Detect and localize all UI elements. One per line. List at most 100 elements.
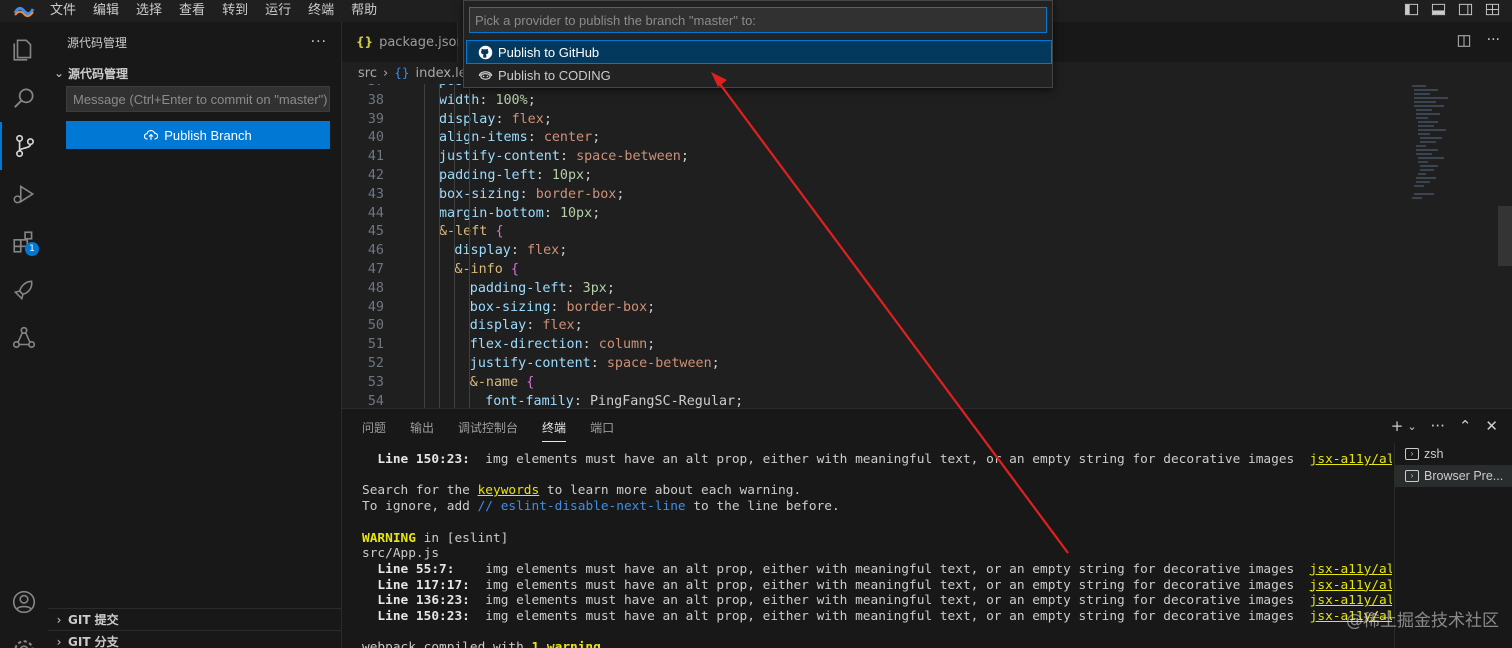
menu-help[interactable]: 帮助 bbox=[351, 2, 377, 20]
terminal-text: img elements must have an alt prop, eith… bbox=[469, 593, 1310, 609]
publish-to-github-option[interactable]: Publish to GitHub bbox=[466, 40, 1052, 64]
layout-controls bbox=[1404, 2, 1500, 17]
more-actions-icon[interactable]: ··· bbox=[1487, 33, 1500, 48]
code-token: ; bbox=[711, 356, 720, 371]
customize-layout-icon[interactable] bbox=[1485, 2, 1500, 17]
code-token: : bbox=[550, 299, 567, 315]
terminal-text: Line 117:17: bbox=[362, 577, 470, 593]
code-token: { bbox=[526, 374, 535, 390]
tab-ports[interactable]: 端口 bbox=[590, 419, 614, 442]
code-token: border-box bbox=[535, 186, 617, 202]
menu-edit[interactable]: 编辑 bbox=[93, 2, 119, 20]
git-branches-section[interactable]: › GIT 分支 bbox=[48, 630, 342, 648]
github-icon bbox=[478, 45, 493, 59]
source-control-icon[interactable] bbox=[0, 122, 48, 170]
scm-section-label: 源代码管理 bbox=[68, 66, 129, 81]
code-text: box-sizing: border-box; bbox=[470, 299, 655, 318]
line-number: 52 bbox=[367, 356, 384, 371]
toggle-secondary-sidebar-icon[interactable] bbox=[1458, 2, 1473, 17]
more-actions-icon[interactable]: ··· bbox=[311, 34, 327, 50]
code-token: space-between bbox=[606, 356, 712, 371]
code-token: : bbox=[479, 92, 496, 108]
extensions-icon[interactable]: 1 bbox=[0, 218, 48, 266]
panel-tabs: 问题 输出 调试控制台 终端 端口 bbox=[362, 419, 614, 442]
code-token: { bbox=[510, 262, 519, 277]
settings-gear-icon[interactable] bbox=[0, 626, 48, 648]
more-actions-icon[interactable]: ··· bbox=[1431, 417, 1445, 435]
chevron-right-icon: › bbox=[56, 612, 62, 627]
braces-icon: {} bbox=[394, 66, 410, 80]
cloud-upload-icon bbox=[144, 129, 159, 140]
terminal-line: Search for the keywords to learn more ab… bbox=[362, 483, 801, 499]
scm-section-header[interactable]: ⌄ 源代码管理 bbox=[48, 62, 341, 84]
tab-problems[interactable]: 问题 bbox=[362, 419, 386, 442]
terminal-line: webpack compiled with 1 warning bbox=[362, 640, 601, 648]
terminal-text: img elements must have an alt prop, eith… bbox=[469, 577, 1310, 593]
new-terminal-icon[interactable]: + bbox=[1391, 417, 1404, 435]
code-token: box-sizing bbox=[439, 186, 520, 202]
code-token: padding-left bbox=[469, 280, 567, 296]
chevron-right-icon: › bbox=[382, 65, 389, 81]
menu-file[interactable]: 文件 bbox=[50, 2, 76, 20]
account-icon[interactable] bbox=[0, 578, 48, 626]
terminal-link[interactable]: keywords bbox=[478, 483, 540, 498]
git-branches-label: GIT 分支 bbox=[68, 635, 119, 648]
tab-output[interactable]: 输出 bbox=[410, 419, 434, 442]
code-token: 10px bbox=[559, 205, 593, 221]
tab-debug-console[interactable]: 调试控制台 bbox=[458, 419, 518, 442]
toggle-panel-icon[interactable] bbox=[1431, 2, 1446, 17]
code-token: : bbox=[526, 318, 543, 334]
editor-scrollbar[interactable] bbox=[1498, 206, 1512, 266]
code-text: &-left { bbox=[439, 223, 504, 242]
quick-pick-input[interactable] bbox=[469, 7, 1047, 33]
menu-terminal[interactable]: 终端 bbox=[308, 2, 334, 20]
breadcrumb-folder[interactable]: src bbox=[358, 66, 377, 81]
close-icon[interactable]: ✕ bbox=[1485, 417, 1498, 435]
git-graph-icon[interactable] bbox=[0, 314, 48, 362]
terminal-line: Line 150:23: img elements must have an a… bbox=[362, 452, 1392, 468]
line-number: 49 bbox=[367, 299, 384, 315]
publish-branch-button[interactable]: Publish Branch bbox=[66, 121, 330, 149]
terminal-line: To ignore, add // eslint-disable-next-li… bbox=[362, 499, 840, 515]
menu-go[interactable]: 转到 bbox=[222, 2, 248, 20]
terminal-output[interactable]: Line 150:23: img elements must have an a… bbox=[362, 449, 1392, 648]
code-token: &-left bbox=[439, 224, 496, 240]
search-icon[interactable] bbox=[0, 74, 48, 122]
code-token: center bbox=[543, 130, 593, 146]
terminal-link[interactable]: // eslint-disable-next-line bbox=[478, 499, 686, 514]
code-text: align-items: center; bbox=[439, 129, 600, 148]
toggle-sidebar-icon[interactable] bbox=[1404, 2, 1419, 17]
menu-selection[interactable]: 选择 bbox=[136, 2, 162, 20]
terminal-link[interactable]: jsx-a11y/alt-text bbox=[1310, 562, 1392, 577]
code-token: : bbox=[527, 130, 544, 146]
explorer-icon[interactable] bbox=[0, 26, 48, 74]
code-line: 50 display: flex; bbox=[342, 317, 1402, 336]
tab-package-json[interactable]: {} package.json bbox=[342, 22, 465, 62]
minimap[interactable] bbox=[1408, 84, 1498, 224]
code-editor[interactable]: 37 pos 38 width: 100%; 39 display: flex; 40 ali… bbox=[342, 84, 1512, 408]
app-logo-icon bbox=[12, 2, 36, 20]
maximize-panel-icon[interactable]: ⌃ bbox=[1459, 417, 1472, 435]
menu-view[interactable]: 查看 bbox=[179, 2, 205, 20]
code-line: 51 flex-direction: column; bbox=[342, 336, 1402, 355]
git-commits-section[interactable]: › GIT 提交 bbox=[48, 608, 342, 630]
code-token: display bbox=[454, 243, 511, 259]
tab-terminal[interactable]: 终端 bbox=[542, 419, 567, 442]
terminal-link[interactable]: jsx-a11y/alt-text bbox=[1310, 452, 1392, 467]
code-token: 100% bbox=[495, 92, 528, 108]
terminal-line: WARNING in [eslint] bbox=[362, 531, 508, 547]
split-editor-icon[interactable] bbox=[1457, 34, 1471, 48]
chevron-down-icon[interactable]: ⌄ bbox=[1407, 420, 1416, 433]
terminal-link[interactable]: jsx-a11y/alt-text bbox=[1310, 578, 1392, 593]
publish-to-coding-option[interactable]: Publish to CODING bbox=[467, 64, 1051, 86]
code-token: ; bbox=[559, 243, 568, 259]
run-debug-icon[interactable] bbox=[0, 170, 48, 218]
code-token: ; bbox=[574, 318, 583, 334]
menu-run[interactable]: 运行 bbox=[265, 2, 291, 20]
commit-message-input[interactable] bbox=[66, 86, 330, 112]
terminal-text: webpack compiled with bbox=[362, 640, 532, 648]
terminal-item-zsh[interactable]: › zsh bbox=[1395, 443, 1512, 465]
chevron-down-icon: ⌄ bbox=[53, 66, 65, 80]
terminal-item-browser-preview[interactable]: › Browser Pre... bbox=[1395, 465, 1512, 487]
rocket-deploy-icon[interactable] bbox=[0, 266, 48, 314]
